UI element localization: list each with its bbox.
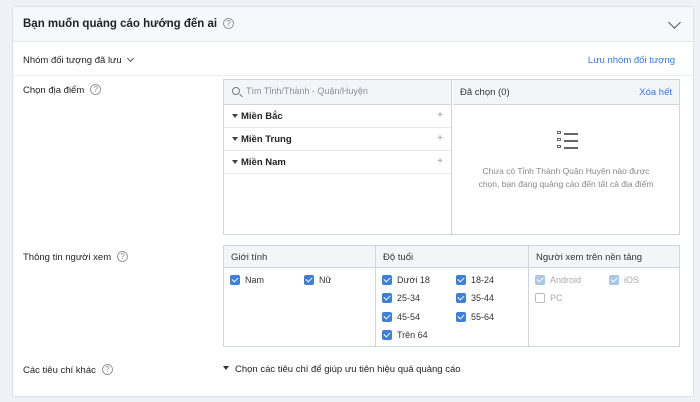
other-criteria-expander[interactable]: Chọn các tiêu chí để giúp ưu tiên hiệu q…	[223, 364, 461, 375]
clear-all-link[interactable]: Xóa hết	[639, 87, 672, 98]
checkbox-checked-icon	[609, 275, 619, 285]
checkbox-checked-icon	[535, 275, 545, 285]
targeting-card: Bạn muốn quảng cáo hướng đến ai? Nhóm đố…	[12, 6, 694, 397]
checkbox-label: 55-64	[471, 312, 495, 322]
help-icon[interactable]: ?	[101, 364, 113, 375]
checkbox-checked-icon	[456, 312, 466, 322]
region-item-mien-trung[interactable]: Miền Trung +	[224, 128, 451, 151]
platform-ios-checkbox[interactable]: iOS	[609, 275, 639, 285]
checkbox-checked-icon	[382, 275, 392, 285]
gender-male-checkbox[interactable]: Nam	[230, 275, 264, 285]
section-header[interactable]: Bạn muốn quảng cáo hướng đến ai?	[13, 7, 693, 42]
search-icon	[232, 87, 240, 95]
section-title: Bạn muốn quảng cáo hướng đến ai?	[23, 18, 235, 30]
add-icon[interactable]: +	[437, 156, 443, 167]
help-icon[interactable]: ?	[90, 84, 102, 95]
age-25-34-checkbox[interactable]: 25-34	[382, 293, 420, 303]
saved-audience-row: Nhóm đối tượng đã lưu Lưu nhóm đối tượng	[13, 43, 693, 76]
gender-female-checkbox[interactable]: Nữ	[304, 275, 332, 285]
viewer-info-table: Giới tính Nam Nữ Độ tuổi Dưới 18 18-24 2…	[223, 245, 680, 347]
add-icon[interactable]: +	[437, 133, 443, 144]
search-bar	[224, 80, 451, 105]
age-55-64-checkbox[interactable]: 55-64	[456, 312, 494, 322]
age-column: Độ tuổi Dưới 18 18-24 25-34 35-44 45-54 …	[376, 246, 529, 346]
other-criteria-expander-text: Chọn các tiêu chí để giúp ưu tiên hiệu q…	[235, 364, 461, 375]
region-label: Miền Nam	[241, 157, 286, 168]
add-icon[interactable]: +	[437, 110, 443, 121]
checkbox-label: 35-44	[471, 293, 495, 303]
help-icon[interactable]: ?	[117, 251, 129, 262]
caret-down-icon	[223, 366, 229, 370]
viewer-info-label: Thông tin người xem?	[23, 251, 129, 263]
checkbox-unchecked-icon	[535, 293, 545, 303]
viewer-info-label-text: Thông tin người xem	[23, 252, 112, 263]
platform-pc-checkbox[interactable]: PC	[535, 293, 563, 303]
checkbox-label: Nữ	[319, 275, 332, 285]
age-under18-checkbox[interactable]: Dưới 18	[382, 275, 430, 285]
saved-audience-label: Nhóm đối tượng đã lưu	[23, 55, 122, 66]
chevron-down-icon	[126, 54, 134, 63]
age-over64-checkbox[interactable]: Trên 64	[382, 330, 428, 340]
caret-down-icon[interactable]	[232, 137, 238, 141]
checkbox-label: 18-24	[471, 275, 495, 285]
checkbox-label: Nam	[245, 275, 265, 285]
checkbox-checked-icon	[382, 312, 392, 322]
checkbox-checked-icon	[382, 293, 392, 303]
platform-android-checkbox[interactable]: Android	[535, 275, 581, 285]
caret-down-icon[interactable]	[232, 160, 238, 164]
region-label: Miền Trung	[241, 134, 292, 145]
location-label: Chọn địa điểm?	[23, 84, 102, 96]
checkbox-label: iOS	[624, 275, 640, 285]
checkbox-checked-icon	[304, 275, 314, 285]
age-35-44-checkbox[interactable]: 35-44	[456, 293, 494, 303]
gender-column: Giới tính Nam Nữ	[224, 246, 376, 346]
checkbox-checked-icon	[456, 275, 466, 285]
selected-count: Đã chọn (0)	[460, 87, 510, 98]
checkbox-label: Trên 64	[397, 330, 428, 340]
save-audience-link[interactable]: Lưu nhóm đối tượng	[588, 55, 675, 66]
checkbox-label: Android	[550, 275, 582, 285]
checkbox-label: Dưới 18	[397, 275, 430, 285]
selected-header: Đã chọn (0) Xóa hết	[453, 80, 679, 105]
age-header: Độ tuổi	[376, 246, 528, 268]
gender-header: Giới tính	[224, 246, 375, 268]
selected-locations-panel: Đã chọn (0) Xóa hết Chưa có Tỉnh Thành Q…	[453, 80, 679, 234]
region-item-mien-bac[interactable]: Miền Bắc +	[224, 105, 451, 128]
platform-header: Người xem trên nền tảng	[529, 246, 679, 268]
chevron-down-icon[interactable]	[668, 16, 681, 29]
checkbox-label: 45-54	[397, 312, 421, 322]
checkbox-label: PC	[550, 293, 563, 303]
search-input[interactable]	[246, 86, 446, 96]
location-picker: Miền Bắc + Miền Trung + Miền Nam + Đã ch…	[223, 79, 680, 235]
checkbox-label: 25-34	[397, 293, 421, 303]
location-search-panel: Miền Bắc + Miền Trung + Miền Nam +	[224, 80, 452, 234]
section-title-text: Bạn muốn quảng cáo hướng đến ai	[23, 18, 218, 30]
checkbox-checked-icon	[230, 275, 240, 285]
other-criteria-label: Các tiêu chí khác?	[23, 364, 113, 376]
saved-audience-dropdown[interactable]: Nhóm đối tượng đã lưu	[23, 54, 134, 66]
other-criteria-label-text: Các tiêu chí khác	[23, 365, 96, 376]
region-label: Miền Bắc	[241, 111, 283, 122]
platform-column: Người xem trên nền tảng Android iOS PC	[529, 246, 679, 346]
help-icon[interactable]: ?	[223, 18, 235, 29]
caret-down-icon[interactable]	[232, 114, 238, 118]
checkbox-checked-icon	[382, 330, 392, 340]
checklist-icon	[557, 131, 579, 151]
checkbox-checked-icon	[456, 293, 466, 303]
age-45-54-checkbox[interactable]: 45-54	[382, 312, 420, 322]
empty-message: Chưa có Tỉnh Thành Quận Huyện nào được c…	[478, 166, 654, 189]
location-label-text: Chọn địa điểm	[23, 85, 85, 96]
region-item-mien-nam[interactable]: Miền Nam +	[224, 151, 451, 174]
age-18-24-checkbox[interactable]: 18-24	[456, 275, 494, 285]
